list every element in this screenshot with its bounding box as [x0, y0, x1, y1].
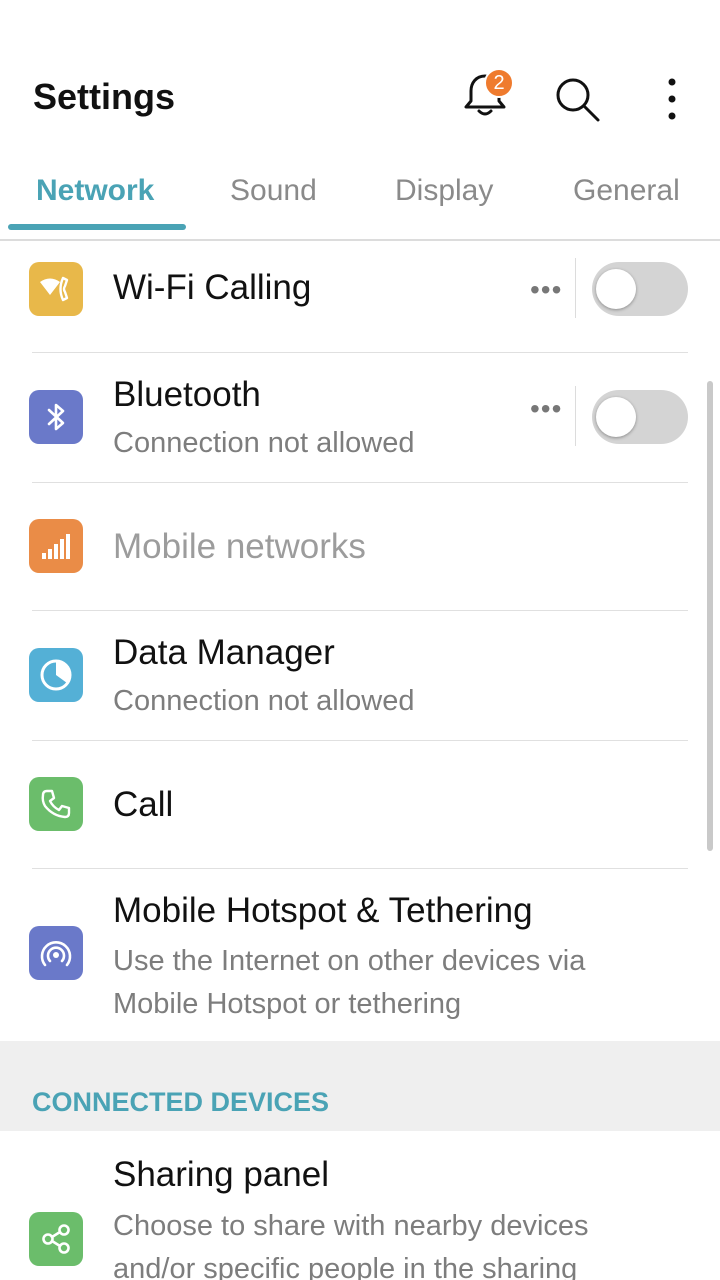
signal-bars-icon: [29, 519, 83, 573]
data-manager-subtitle: Connection not allowed: [113, 685, 415, 717]
hotspot-icon: [29, 926, 83, 980]
connected-devices-label: CONNECTED DEVICES: [32, 1087, 330, 1117]
list-item-bluetooth[interactable]: Bluetooth Connection not allowed •••: [0, 353, 720, 482]
bluetooth-toggle[interactable]: [592, 390, 688, 444]
bluetooth-more-button[interactable]: •••: [530, 393, 562, 425]
app-bar: Settings 2: [0, 0, 720, 150]
data-manager-title: Data Manager: [113, 633, 335, 672]
wifi-calling-title: Wi-Fi Calling: [113, 268, 312, 307]
mobile-hotspot-subtitle: Use the Internet on other devices via Mo…: [113, 945, 586, 1020]
bluetooth-icon: [29, 390, 83, 444]
tab-sound[interactable]: Sound: [230, 174, 317, 208]
wifi-calling-icon: [29, 262, 83, 316]
bluetooth-title: Bluetooth: [113, 375, 261, 414]
tab-network[interactable]: Network: [36, 174, 154, 208]
mobile-hotspot-title: Mobile Hotspot & Tethering: [113, 891, 533, 930]
notification-badge: 2: [484, 68, 514, 98]
mobile-networks-title: Mobile networks: [113, 527, 366, 566]
list-item-mobile-hotspot[interactable]: Mobile Hotspot & Tethering Use the Inter…: [0, 869, 720, 1041]
divider: [575, 386, 576, 446]
list-item-data-manager[interactable]: Data Manager Connection not allowed: [0, 611, 720, 740]
search-button[interactable]: [550, 72, 604, 126]
more-options-button[interactable]: [650, 72, 694, 126]
sharing-panel-title: Sharing panel: [113, 1155, 329, 1194]
divider: [575, 258, 576, 318]
bluetooth-subtitle: Connection not allowed: [113, 427, 415, 459]
share-icon: [29, 1212, 83, 1266]
toggle-knob: [596, 269, 636, 309]
data-usage-icon: [29, 648, 83, 702]
page-title: Settings: [33, 76, 176, 117]
phone-icon: [29, 777, 83, 831]
more-vert-icon: [668, 78, 676, 120]
list-item-call[interactable]: Call: [0, 741, 720, 868]
list-item-mobile-networks[interactable]: Mobile networks: [0, 483, 720, 610]
tab-general[interactable]: General: [573, 174, 680, 208]
wifi-calling-more-button[interactable]: •••: [530, 274, 562, 306]
wifi-calling-toggle[interactable]: [592, 262, 688, 316]
settings-list: Wi-Fi Calling ••• Bluetooth Connection n…: [0, 241, 720, 1280]
toggle-knob: [596, 397, 636, 437]
tab-display[interactable]: Display: [395, 174, 493, 208]
sharing-panel-subtitle: Choose to share with nearby devices and/…: [113, 1210, 589, 1280]
scrollbar[interactable]: [707, 381, 713, 851]
list-item-sharing-panel[interactable]: Sharing panel Choose to share with nearb…: [0, 1131, 720, 1280]
call-title: Call: [113, 785, 174, 824]
section-header: CONNECTED DEVICES: [0, 1041, 720, 1131]
active-tab-indicator: [8, 224, 186, 230]
search-icon: [556, 78, 600, 122]
list-item-wifi-calling[interactable]: Wi-Fi Calling •••: [0, 241, 720, 352]
